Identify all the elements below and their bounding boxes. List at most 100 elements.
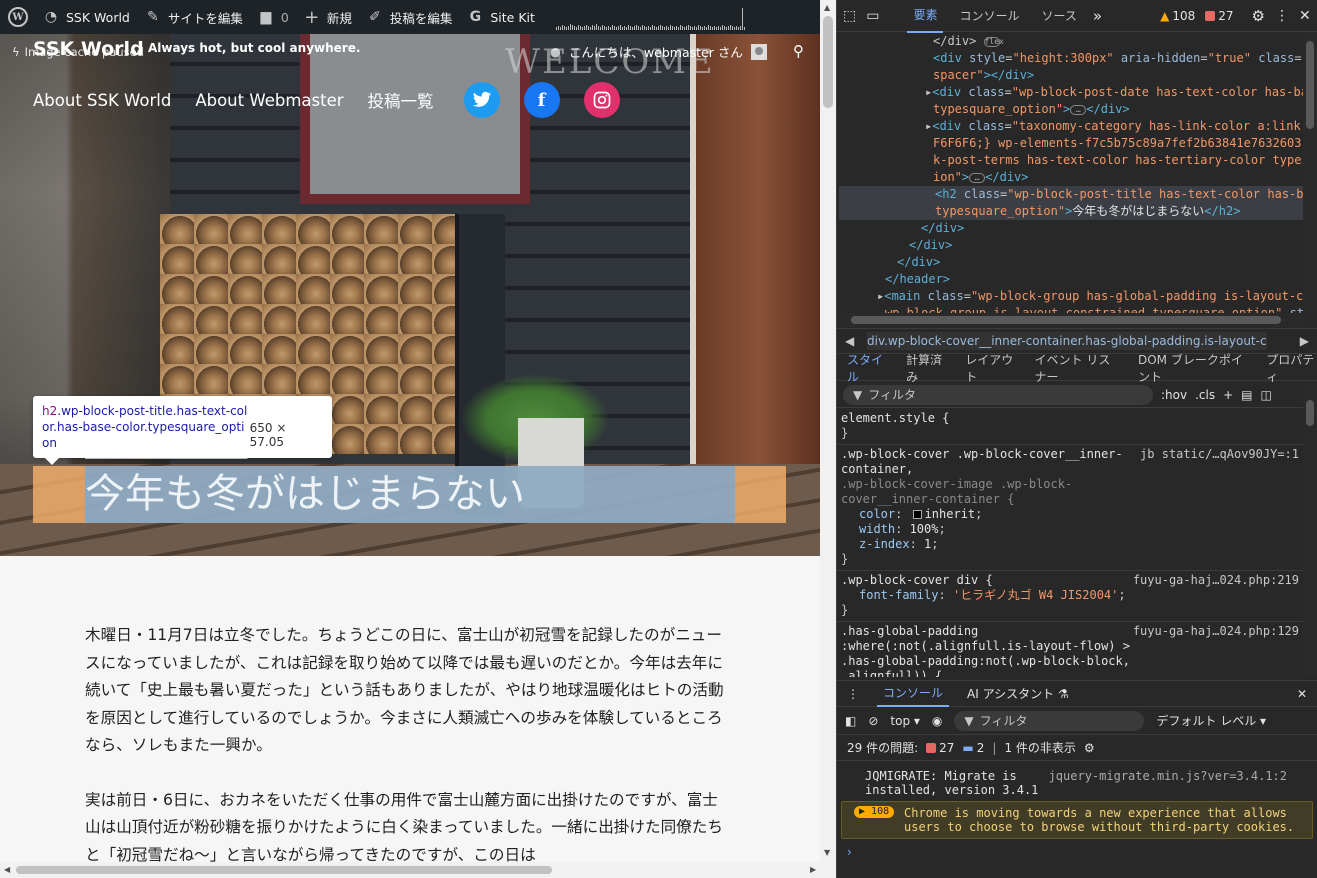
chevron-left-icon[interactable]: ◀ (845, 334, 854, 348)
nav-item-about-ssk[interactable]: About SSK World (33, 91, 171, 110)
dom-node-line[interactable]: typesquare_option">今年も冬がはじまらない</h2> (839, 203, 1303, 220)
dom-node-line[interactable]: k-post-terms has-text-color has-tertiary… (837, 152, 1303, 169)
nav-item-about-webmaster[interactable]: About Webmaster (195, 91, 343, 110)
tab-console[interactable]: コンソール (953, 0, 1025, 32)
comments-menu[interactable]: ▆ 0 (250, 0, 296, 34)
filter-icon: ▼ (964, 713, 974, 728)
styles-filter-bar: ▼ フィルタ :hov .cls + ▤ ◫ (837, 382, 1317, 408)
kebab-menu-icon[interactable]: ⋮ (1275, 8, 1289, 24)
instagram-icon[interactable] (583, 82, 620, 118)
dom-node-line[interactable]: F6F6F6;} wp-elements-f7c5b75c89a7fef2b63… (837, 135, 1303, 152)
dom-node-line[interactable]: </header> (837, 271, 1303, 288)
eye-icon[interactable]: ◉ (932, 714, 942, 728)
gear-icon[interactable]: ⚙ (1252, 7, 1265, 25)
console-prompt[interactable]: › (837, 839, 1317, 865)
more-tabs-icon[interactable]: » (1093, 7, 1102, 25)
tab-elements[interactable]: 要素 (907, 0, 944, 33)
facebook-icon[interactable]: f (523, 82, 560, 118)
css-rule[interactable]: fuyu-ga-haj…024.php:219 .wp-block-cover d… (837, 571, 1303, 622)
css-source-link[interactable]: jb static/…qAov90JY=:1 (1140, 447, 1299, 462)
color-swatch[interactable] (912, 510, 922, 519)
dom-node-line[interactable]: ▸<main class="wp-block-group has-global-… (837, 288, 1303, 305)
console-source-link[interactable]: jquery-migrate.min.js?ver=3.4.1:2 (1049, 769, 1287, 783)
gear-icon[interactable]: ⚙ (1084, 741, 1095, 755)
css-rule[interactable]: fuyu-ga-haj…024.php:129 .has-global-paddi… (837, 622, 1303, 677)
drawer-close-icon[interactable]: ✕ (1297, 687, 1307, 701)
css-property[interactable]: color: inherit; (841, 507, 1299, 522)
css-rule[interactable]: element.style {} (837, 409, 1303, 445)
paragraph: 実は前日・6日に、おカネをいただく仕事の用件で富士山麓方面に出掛けたのですが、富… (85, 790, 723, 864)
context-select[interactable]: top ▾ (890, 714, 920, 728)
dom-node-line[interactable]: spacer"></div> (837, 67, 1303, 84)
warning-badge[interactable]: ▲ 108 (1160, 9, 1195, 23)
console-filter-input[interactable]: ▼ フィルタ (954, 710, 1145, 731)
dom-node-line[interactable]: wp-block-group-is-layout-constrained typ… (837, 305, 1303, 313)
page-horizontal-scrollbar[interactable]: ◀ ▶ (0, 862, 836, 878)
new-rule-icon[interactable]: + (1223, 388, 1233, 402)
page-vertical-scrollbar[interactable]: ▲ ▼ (820, 0, 836, 878)
css-source-link[interactable]: fuyu-ga-haj…024.php:219 (1133, 573, 1299, 588)
pencil-icon: ✐ (368, 9, 381, 25)
styles-pane[interactable]: element.style {} jb static/…qAov90JY=:1 .w… (837, 409, 1303, 677)
css-source-link[interactable]: fuyu-ga-haj…024.php:129 (1133, 624, 1299, 639)
tab-sources[interactable]: ソース (1036, 0, 1083, 32)
dom-node-line[interactable]: ▸<div class="wp-block-post-date has-text… (837, 84, 1303, 101)
edit-post-menu[interactable]: ✐ 投稿を編集 (359, 0, 460, 34)
tab-dom-breakpoints[interactable]: DOM ブレークポイント (1138, 351, 1248, 385)
css-property[interactable]: width: 100%; (841, 522, 1299, 537)
paragraph: 木曜日・11月7日は立冬でした。ちょうどこの日に、富士山が初冠雪を記録したのがニ… (85, 626, 724, 754)
dom-node-line[interactable]: </div> (837, 237, 1303, 254)
dom-node-line[interactable]: </div> (837, 254, 1303, 271)
inspect-element-icon[interactable]: ⬚ (843, 8, 856, 24)
nav-item-post-list[interactable]: 投稿一覧 (368, 88, 434, 112)
site-kit-menu[interactable]: G Site Kit (459, 0, 542, 34)
search-icon[interactable]: ⚲ (793, 42, 804, 60)
sidebar-toggle-icon[interactable]: ◫ (1261, 388, 1272, 402)
chevron-right-icon[interactable]: ▶ (1300, 334, 1309, 348)
dom-node-line[interactable]: ion">… </div> (837, 169, 1303, 186)
console-drawer: ⋮ コンソール AI アシスタント ⚗ ✕ ◧ ⊘ top ▾ ◉ ▼ フィルタ … (837, 680, 1317, 878)
account-menu[interactable]: ● こんにちは、webmaster さん (550, 42, 767, 61)
wp-logo-menu[interactable]: W (0, 0, 35, 34)
tab-event-listeners[interactable]: イベント リスナー (1035, 351, 1120, 385)
drawer-tab-ai-assistant[interactable]: AI アシスタント ⚗ (967, 685, 1069, 702)
error-icon (1205, 10, 1216, 21)
dom-node-line[interactable]: <div style="height:300px" aria-hidden="t… (837, 50, 1303, 67)
dom-node-line[interactable]: </div> flex (837, 33, 1303, 50)
css-property[interactable]: font-family: 'ヒラギノ丸ゴ W4 JIS2004'; (841, 588, 1299, 603)
warning-icon: ▲ (1160, 8, 1170, 23)
edit-site-menu[interactable]: ✎ サイトを編集 (137, 0, 250, 34)
sidebar-icon[interactable]: ◧ (845, 714, 856, 728)
drawer-menu-icon[interactable]: ⋮ (847, 687, 859, 701)
tab-properties[interactable]: プロパティ (1266, 351, 1317, 385)
dom-node-line[interactable]: ▸<div class="taxonomy-category has-link-… (837, 118, 1303, 135)
drawer-tab-console[interactable]: コンソール (877, 680, 950, 707)
styles-scrollbar[interactable] (1303, 382, 1317, 677)
dom-node-line[interactable]: </div> (837, 220, 1303, 237)
dom-node-line[interactable]: <h2 class="wp-block-post-title has-text-… (839, 186, 1303, 203)
twitter-icon[interactable] (463, 82, 500, 118)
log-level-select[interactable]: デフォルト レベル ▾ (1156, 712, 1266, 729)
styles-tabbar: スタイル 計算済み レイアウト イベント リスナー DOM ブレークポイント プ… (837, 353, 1317, 391)
clear-console-icon[interactable]: ⊘ (868, 714, 878, 728)
css-rule[interactable]: jb static/…qAov90JY=:1 .wp-block-cover .w… (837, 445, 1303, 571)
breadcrumb-item[interactable]: div.wp-block-cover__inner-container.has-… (867, 332, 1267, 350)
site-name-menu[interactable]: ◔ SSK World (35, 0, 137, 34)
styles-filter-input[interactable]: ▼ フィルタ (843, 384, 1153, 405)
cls-toggle[interactable]: .cls (1195, 388, 1215, 402)
tab-computed[interactable]: 計算済み (906, 351, 947, 385)
device-toolbar-icon[interactable]: ▭ (866, 8, 879, 24)
site-title[interactable]: SSK World (33, 38, 144, 60)
new-content-menu[interactable]: + 新規 (296, 0, 359, 34)
hov-toggle[interactable]: :hov (1161, 388, 1187, 402)
elements-scrollbar[interactable] (1303, 33, 1317, 313)
issues-bar[interactable]: 29 件の問題: 27 ▬ 2 | 1 件の非表示 ⚙ (837, 735, 1317, 761)
error-badge[interactable]: 27 (1205, 9, 1234, 23)
dom-node-line[interactable]: typesquare_option">… </div> (837, 101, 1303, 118)
tab-layout[interactable]: レイアウト (965, 351, 1016, 385)
elements-horizontal-scrollbar[interactable] (837, 313, 1303, 327)
elements-tree[interactable]: </div> flex <div style="height:300px" ari… (837, 33, 1303, 313)
paint-icon[interactable]: ▤ (1241, 388, 1252, 402)
close-icon[interactable]: ✕ (1299, 8, 1311, 24)
css-property[interactable]: z-index: 1; (841, 537, 1299, 552)
